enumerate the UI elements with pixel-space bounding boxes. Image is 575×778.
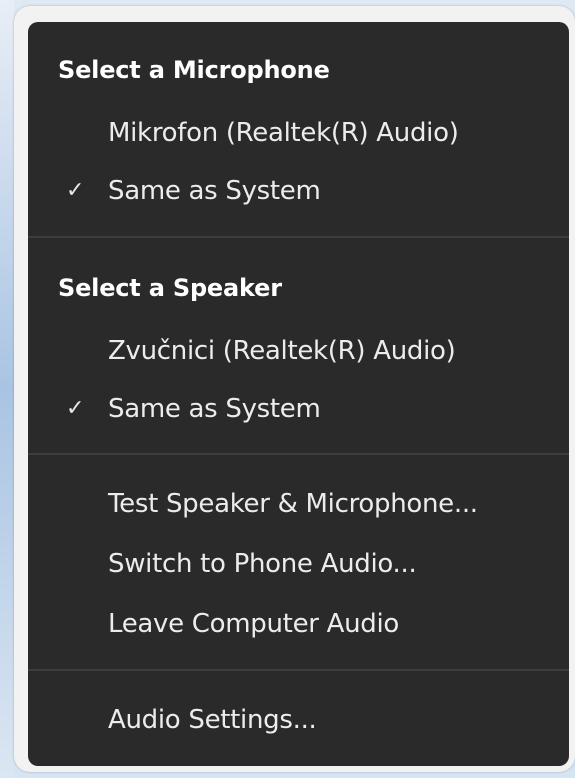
audio-settings-item[interactable]: Audio Settings...: [28, 697, 569, 743]
mic-option-realtek-label: Mikrofon (Realtek(R) Audio): [108, 118, 459, 148]
mic-option-realtek[interactable]: Mikrofon (Realtek(R) Audio): [28, 110, 569, 156]
mic-option-same-as-system[interactable]: ✓ Same as System: [28, 168, 569, 214]
mic-option-same-as-system-label: Same as System: [108, 176, 321, 206]
check-icon: ✓: [66, 396, 85, 421]
speaker-section-header: Select a Speaker: [58, 274, 282, 302]
switch-to-phone-audio-item[interactable]: Switch to Phone Audio...: [28, 541, 569, 587]
speaker-option-same-as-system[interactable]: ✓ Same as System: [28, 386, 569, 432]
check-icon: ✓: [66, 178, 85, 203]
switch-to-phone-audio-label: Switch to Phone Audio...: [108, 549, 417, 579]
leave-computer-audio-item[interactable]: Leave Computer Audio: [28, 601, 569, 647]
leave-computer-audio-label: Leave Computer Audio: [108, 609, 400, 639]
speaker-option-same-as-system-label: Same as System: [108, 394, 321, 424]
divider: [28, 669, 569, 671]
audio-options-menu: Select a Microphone Mikrofon (Realtek(R)…: [28, 22, 569, 766]
speaker-option-realtek[interactable]: Zvučnici (Realtek(R) Audio): [28, 328, 569, 374]
divider: [28, 453, 569, 455]
test-speaker-microphone-item[interactable]: Test Speaker & Microphone...: [28, 481, 569, 527]
speaker-option-realtek-label: Zvučnici (Realtek(R) Audio): [108, 336, 456, 366]
test-speaker-microphone-label: Test Speaker & Microphone...: [108, 489, 478, 519]
microphone-section-header: Select a Microphone: [58, 56, 330, 84]
audio-settings-label: Audio Settings...: [108, 705, 317, 735]
background-window-edge: [0, 0, 14, 778]
divider: [28, 236, 569, 238]
